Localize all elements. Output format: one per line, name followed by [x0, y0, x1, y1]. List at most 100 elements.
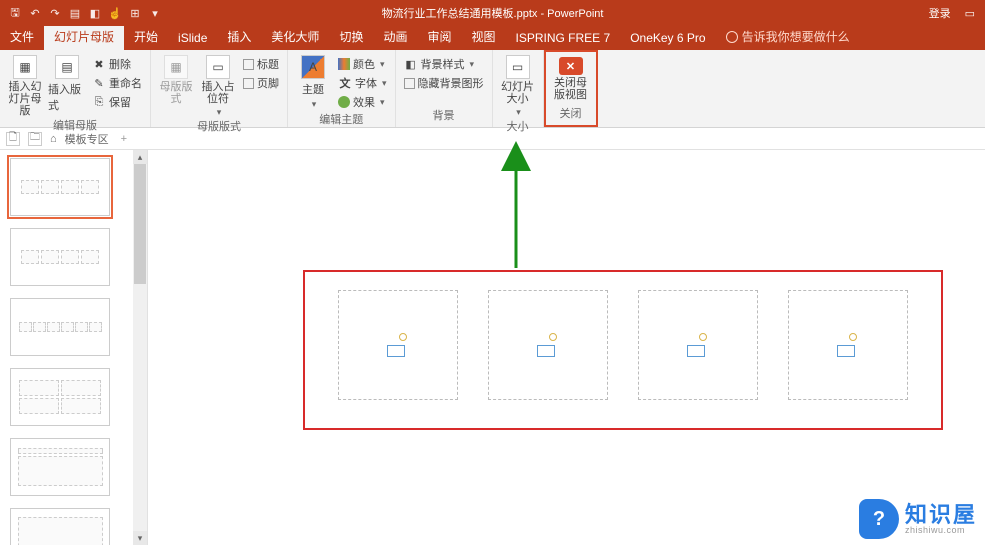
- group-master-layout: ▦ 母版版式 ▭ 插入占位符 标题 页脚 母版版式: [151, 50, 288, 127]
- hide-background-checkbox[interactable]: 隐藏背景图形: [402, 74, 486, 92]
- fonts-button[interactable]: 文字体: [336, 74, 389, 92]
- tab-review[interactable]: 审阅: [417, 24, 461, 50]
- tell-me-label: 告诉我你想要做什么: [742, 28, 850, 45]
- layout-thumbnail[interactable]: [10, 368, 110, 426]
- effects-label: 效果: [353, 94, 375, 110]
- insert-placeholder-label: 插入占位符: [199, 81, 237, 105]
- scroll-down-icon[interactable]: ▾: [133, 531, 147, 545]
- touch-mode-icon[interactable]: ☝: [106, 4, 124, 22]
- qat-customize-icon[interactable]: ▾: [146, 4, 164, 22]
- login-link[interactable]: 登录: [929, 5, 951, 21]
- rename-button[interactable]: ✎重命名: [90, 74, 144, 92]
- master-layout-button[interactable]: ▦ 母版版式: [157, 55, 195, 105]
- layout-thumbnail[interactable]: [10, 438, 110, 496]
- undo-icon[interactable]: ↶: [26, 4, 44, 22]
- picture-icon: [533, 333, 563, 357]
- insert-placeholder-icon: ▭: [206, 55, 230, 79]
- quick-access-toolbar: 🖫 ↶ ↷ ▤ ◧ ☝ ⊞ ▾: [0, 4, 164, 22]
- checkbox-icon: [243, 78, 254, 89]
- fonts-icon: 文: [338, 76, 352, 90]
- hide-background-label: 隐藏背景图形: [418, 75, 484, 91]
- ribbon: ▦ 插入幻灯片母版 ▤ 插入版式 ✖删除 ✎重命名 ⎘保留 编辑母版 ▦ 母版版…: [0, 50, 985, 128]
- delete-button[interactable]: ✖删除: [90, 55, 144, 73]
- scrollbar[interactable]: ▴ ▾: [133, 150, 147, 545]
- delete-label: 删除: [109, 56, 131, 72]
- master-layout-icon: ▦: [164, 55, 188, 79]
- annotation-arrow: [508, 150, 538, 275]
- background-styles-label: 背景样式: [421, 56, 465, 72]
- footers-checkbox[interactable]: 页脚: [241, 74, 281, 92]
- tab-islide[interactable]: iSlide: [168, 27, 217, 50]
- window-title: 物流行业工作总结通用模板.pptx - PowerPoint: [382, 5, 604, 21]
- layout-thumbnail[interactable]: [10, 298, 110, 356]
- tab-ispring[interactable]: ISPRING FREE 7: [506, 27, 621, 50]
- group-background: ◧背景样式 隐藏背景图形 背景: [396, 50, 493, 127]
- close-master-view-button[interactable]: ✕ 关闭母版视图: [552, 57, 590, 101]
- picture-placeholder[interactable]: [638, 290, 758, 400]
- scroll-thumb[interactable]: [134, 164, 146, 284]
- slide-size-button[interactable]: ▭ 幻灯片大小: [499, 55, 537, 118]
- close-icon: ✕: [559, 57, 583, 75]
- qat-item-icon[interactable]: ⊞: [126, 4, 144, 22]
- group-edit-master: ▦ 插入幻灯片母版 ▤ 插入版式 ✖删除 ✎重命名 ⎘保留 编辑母版: [0, 50, 151, 127]
- master-layout-label: 母版版式: [157, 81, 195, 105]
- watermark-badge-icon: ?: [859, 499, 899, 539]
- close-master-view-label: 关闭母版视图: [552, 77, 590, 101]
- thumbnail-panel: ▴ ▾: [0, 150, 148, 545]
- insert-placeholder-button[interactable]: ▭ 插入占位符: [199, 55, 237, 118]
- redo-icon[interactable]: ↷: [46, 4, 64, 22]
- effects-icon: [338, 96, 350, 108]
- group-close-label: 关闭: [552, 105, 590, 123]
- fonts-label: 字体: [355, 75, 377, 91]
- ribbon-tabs: 文件 幻灯片母版 开始 iSlide 插入 美化大师 切换 动画 审阅 视图 I…: [0, 26, 985, 50]
- scroll-up-icon[interactable]: ▴: [133, 150, 147, 164]
- tab-view[interactable]: 视图: [461, 24, 505, 50]
- group-edit-master-label: 编辑母版: [6, 117, 144, 135]
- tab-beautify[interactable]: 美化大师: [261, 24, 329, 50]
- picture-placeholder[interactable]: [788, 290, 908, 400]
- checkbox-icon: [404, 78, 415, 89]
- group-edit-theme-label: 编辑主题: [294, 111, 389, 129]
- insert-layout-button[interactable]: ▤ 插入版式: [48, 55, 86, 113]
- colors-label: 颜色: [353, 56, 375, 72]
- slide-size-icon: ▭: [506, 55, 530, 79]
- save-icon[interactable]: 🖫: [6, 4, 24, 22]
- title-checkbox[interactable]: 标题: [241, 55, 281, 73]
- layout-thumbnail[interactable]: [10, 158, 110, 216]
- tab-onekey[interactable]: OneKey 6 Pro: [620, 27, 715, 50]
- delete-icon: ✖: [92, 57, 106, 71]
- tab-home[interactable]: 开始: [124, 24, 168, 50]
- tab-file[interactable]: 文件: [0, 24, 44, 50]
- effects-button[interactable]: 效果: [336, 93, 389, 111]
- preserve-button[interactable]: ⎘保留: [90, 93, 144, 111]
- lightbulb-icon: [726, 31, 738, 43]
- tab-transitions[interactable]: 切换: [329, 24, 373, 50]
- layout-thumbnail[interactable]: [10, 508, 110, 545]
- title-bar: 🖫 ↶ ↷ ▤ ◧ ☝ ⊞ ▾ 物流行业工作总结通用模板.pptx - Powe…: [0, 0, 985, 26]
- watermark-url: zhishiwu.com: [905, 526, 977, 535]
- preserve-label: 保留: [109, 94, 131, 110]
- tab-slide-master[interactable]: 幻灯片母版: [44, 24, 124, 50]
- picture-placeholder[interactable]: [488, 290, 608, 400]
- colors-button[interactable]: 颜色: [336, 55, 389, 73]
- start-from-beginning-icon[interactable]: ▤: [66, 4, 84, 22]
- background-styles-button[interactable]: ◧背景样式: [402, 55, 486, 73]
- watermark: ? 知识屋 zhishiwu.com: [859, 499, 977, 539]
- picture-placeholder[interactable]: [338, 290, 458, 400]
- themes-button[interactable]: A 主题: [294, 55, 332, 110]
- group-edit-theme: A 主题 颜色 文字体 效果 编辑主题: [288, 50, 396, 127]
- picture-icon: [383, 333, 413, 357]
- slide-canvas[interactable]: ? 知识屋 zhishiwu.com: [148, 150, 985, 545]
- insert-slide-master-label: 插入幻灯片母版: [6, 81, 44, 117]
- layout-thumbnail[interactable]: [10, 228, 110, 286]
- group-size-label: 大小: [499, 118, 537, 136]
- insert-slide-master-button[interactable]: ▦ 插入幻灯片母版: [6, 55, 44, 117]
- colors-icon: [338, 58, 350, 70]
- tab-animations[interactable]: 动画: [373, 24, 417, 50]
- tell-me[interactable]: 告诉我你想要做什么: [716, 24, 860, 50]
- insert-slide-master-icon: ▦: [13, 55, 37, 79]
- picture-icon: [683, 333, 713, 357]
- tab-insert[interactable]: 插入: [217, 24, 261, 50]
- qat-item-icon[interactable]: ◧: [86, 4, 104, 22]
- ribbon-options-icon[interactable]: ▭: [965, 7, 975, 20]
